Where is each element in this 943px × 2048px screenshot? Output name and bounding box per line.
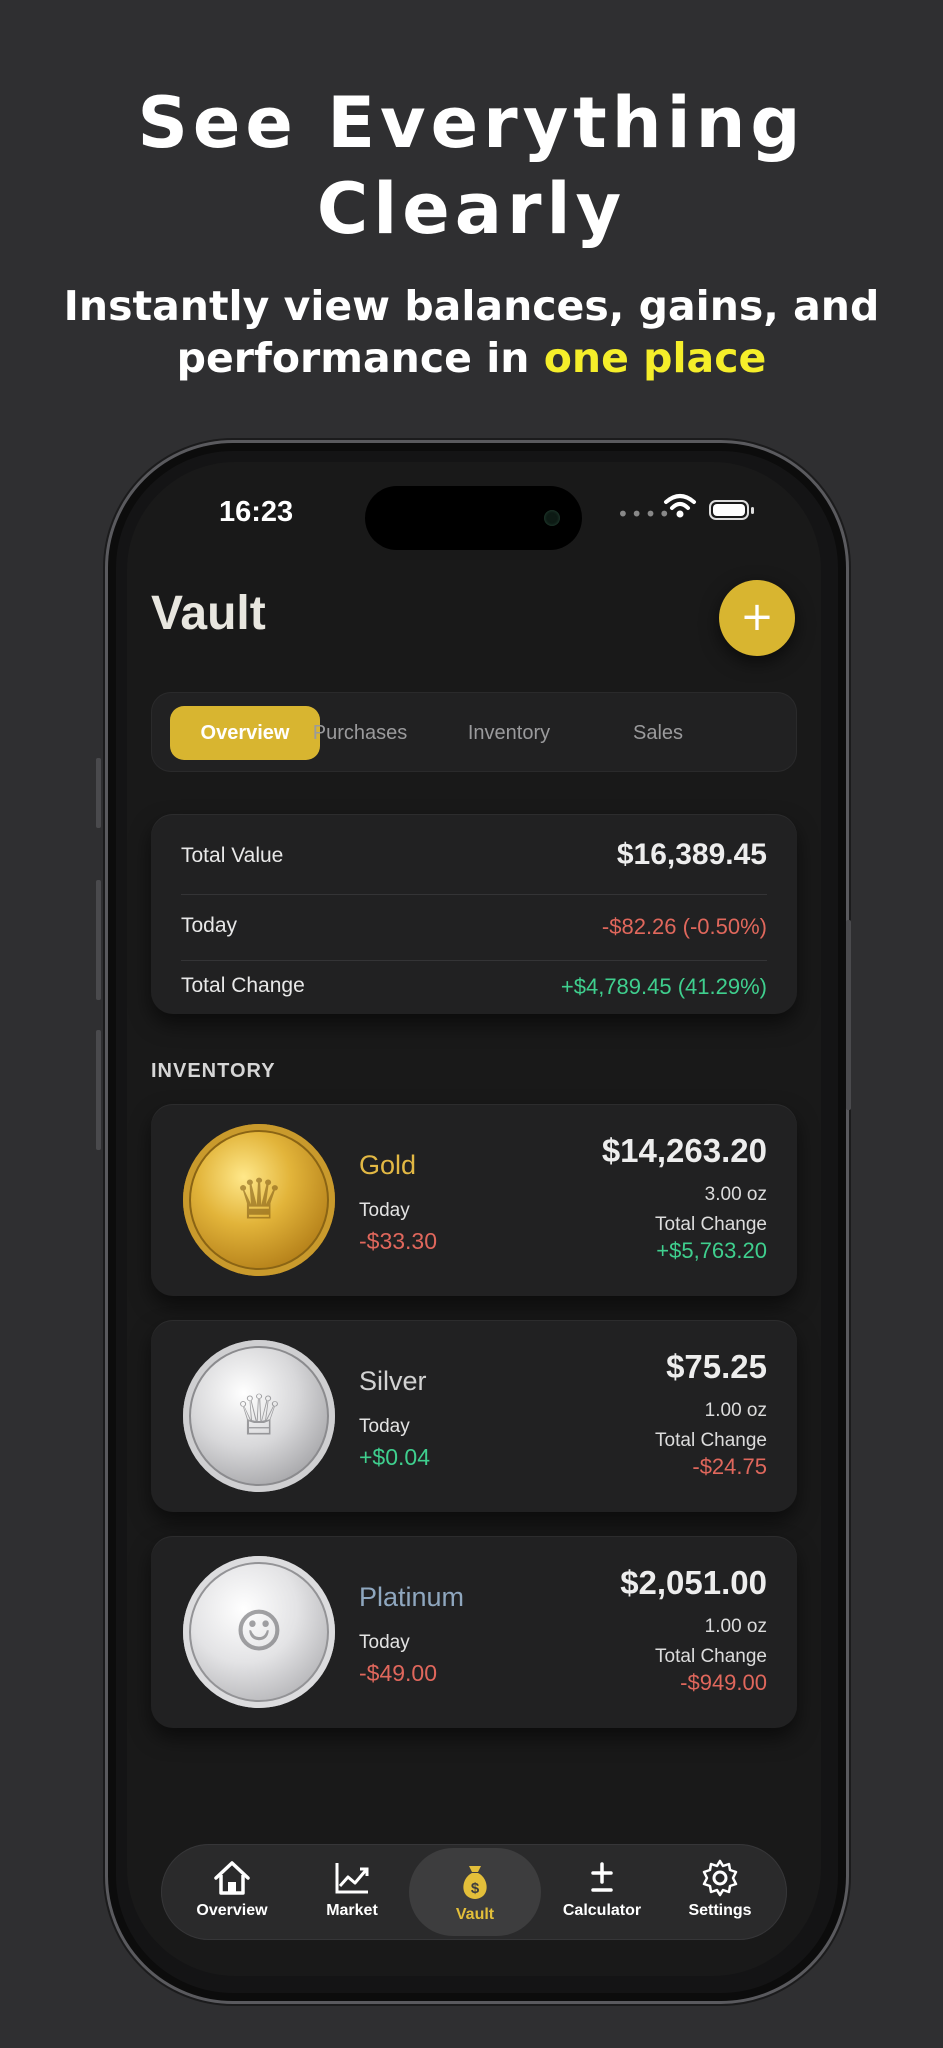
money-bag-icon: $ xyxy=(463,1866,487,1899)
gold-coin-image: ♛ xyxy=(183,1124,335,1276)
metal-name: Silver xyxy=(359,1366,427,1396)
promo-headline: See Everything Clearly xyxy=(0,80,943,252)
today-change-value: -$82.26 (-0.50%) xyxy=(601,914,767,939)
promo-subheadline-line1: Instantly view balances, gains, and xyxy=(63,282,880,330)
divider xyxy=(181,960,767,961)
house-icon xyxy=(214,1861,250,1895)
camera-icon xyxy=(544,510,560,526)
plus-minus-icon xyxy=(591,1862,613,1892)
promo-subheadline: Instantly view balances, gains, and perf… xyxy=(0,280,943,384)
divider xyxy=(181,894,767,895)
tabbar-calculator[interactable]: Calculator xyxy=(547,1844,657,1940)
tab-sales[interactable]: Sales xyxy=(583,706,733,760)
summary-row-total-value: Total Value $16,389.45 xyxy=(181,830,767,890)
add-button[interactable]: + xyxy=(719,580,795,656)
total-change-label: Total Change xyxy=(655,1214,767,1235)
inventory-section-title: INVENTORY xyxy=(151,1060,276,1082)
tabbar-market[interactable]: Market xyxy=(297,1844,407,1940)
dynamic-island xyxy=(365,486,582,550)
metal-name: Gold xyxy=(359,1150,417,1180)
promo-subheadline-prefix: performance in xyxy=(176,334,544,382)
tabbar-label: Market xyxy=(326,1902,378,1919)
gear-icon xyxy=(702,1859,738,1897)
volume-up-button xyxy=(96,880,101,1000)
svg-text:$: $ xyxy=(471,1880,480,1897)
status-time: 16:23 xyxy=(219,496,294,528)
segmented-control: Overview Purchases Inventory Sales xyxy=(151,692,797,772)
tabbar-overview[interactable]: Overview xyxy=(177,1844,287,1940)
metal-weight: 1.00 oz xyxy=(704,1616,767,1637)
battery-icon xyxy=(709,500,754,520)
today-label: Today xyxy=(359,1200,410,1221)
today-change: +$0.04 xyxy=(359,1444,430,1470)
metal-name: Platinum xyxy=(359,1582,465,1612)
inventory-item-platinum[interactable]: ☺ Platinum Today -$49.00 $2,051.00 1.00 … xyxy=(151,1536,797,1728)
tabbar-label: Overview xyxy=(196,1902,268,1919)
wifi-icon xyxy=(664,494,696,518)
volume-down-button xyxy=(96,1030,101,1150)
page-title: Vault xyxy=(151,587,266,640)
total-change-value: +$5,763.20 xyxy=(656,1238,767,1263)
today-label: Today xyxy=(181,914,238,937)
metal-value: $75.25 xyxy=(666,1348,767,1385)
tabbar-vault[interactable]: $ Vault xyxy=(409,1848,541,1936)
silver-coin-image: ♕ xyxy=(183,1340,335,1492)
chart-icon xyxy=(335,1863,369,1894)
summary-row-today: Today -$82.26 (-0.50%) xyxy=(181,900,767,960)
total-change-value: -$949.00 xyxy=(680,1670,767,1695)
total-change-value: +$4,789.45 (41.29%) xyxy=(560,974,767,999)
platinum-coin-image: ☺ xyxy=(183,1556,335,1708)
metal-weight: 1.00 oz xyxy=(704,1400,767,1421)
total-change-label: Total Change xyxy=(655,1430,767,1451)
today-label: Today xyxy=(359,1632,410,1653)
tabbar-label: Vault xyxy=(455,1906,495,1923)
total-value-label: Total Value xyxy=(181,844,284,867)
metal-weight: 3.00 oz xyxy=(704,1184,767,1205)
metal-value: $2,051.00 xyxy=(620,1564,767,1601)
summary-row-total-change: Total Change +$4,789.45 (41.29%) xyxy=(181,964,767,1024)
total-change-label: Total Change xyxy=(655,1646,767,1667)
tab-bar: Overview Market $ Vault Calculator Setti… xyxy=(161,1844,787,1940)
promo-subheadline-line2: performance in one place xyxy=(0,332,943,384)
total-change-label: Total Change xyxy=(181,974,305,997)
tabbar-settings[interactable]: Settings xyxy=(665,1844,775,1940)
promo-headline-line1: See Everything xyxy=(137,82,806,164)
total-change-value: -$24.75 xyxy=(692,1454,767,1479)
total-value-amount: $16,389.45 xyxy=(616,838,767,871)
inventory-item-gold[interactable]: ♛ Gold Today -$33.30 $14,263.20 3.00 oz … xyxy=(151,1104,797,1296)
promo-headline-line2: Clearly xyxy=(316,168,627,250)
today-change: -$49.00 xyxy=(359,1660,438,1686)
today-label: Today xyxy=(359,1416,410,1437)
tabbar-label: Settings xyxy=(688,1902,752,1919)
summary-card: Total Value $16,389.45 Today -$82.26 (-0… xyxy=(151,814,797,1014)
tab-inventory[interactable]: Inventory xyxy=(434,706,584,760)
tabbar-label: Calculator xyxy=(562,1902,642,1919)
today-change: -$33.30 xyxy=(359,1228,438,1254)
power-button xyxy=(846,920,851,1110)
tab-purchases[interactable]: Purchases xyxy=(285,706,435,760)
mute-switch xyxy=(96,758,101,828)
app-screen: 16:23 •••• Vault + Overview Purchases In… xyxy=(127,462,821,1976)
metal-value: $14,263.20 xyxy=(601,1132,767,1169)
plus-icon: + xyxy=(740,594,774,640)
promo-highlight-text: one place xyxy=(543,334,767,382)
inventory-item-silver[interactable]: ♕ Silver Today +$0.04 $75.25 1.00 oz Tot… xyxy=(151,1320,797,1512)
